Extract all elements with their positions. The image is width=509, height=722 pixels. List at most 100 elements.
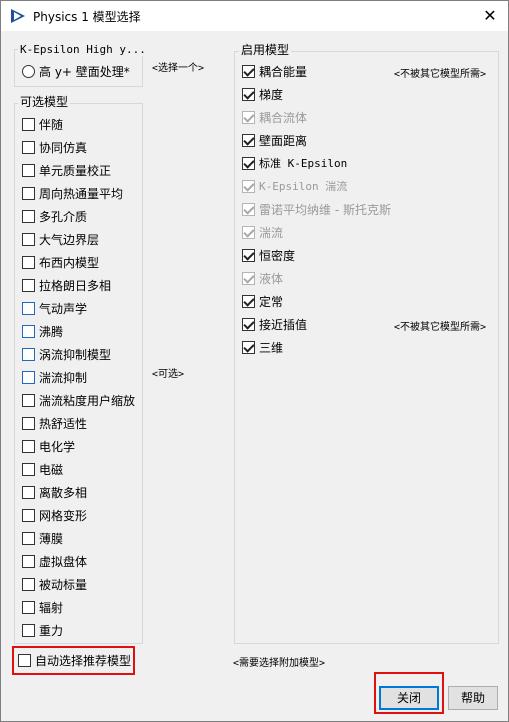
enabled-model-checkbox bbox=[242, 202, 255, 216]
optional-model-checkbox[interactable] bbox=[22, 324, 35, 338]
optional-model-row[interactable]: 周向热通量平均 bbox=[22, 183, 123, 203]
high-y-plus-radio-row[interactable]: 高 y+ 壁面处理* bbox=[22, 61, 130, 81]
enabled-model-checkbox[interactable] bbox=[242, 248, 255, 262]
not-required-note: <不被其它模型所需> bbox=[394, 69, 487, 80]
optional-model-checkbox[interactable] bbox=[22, 554, 35, 568]
optional-model-checkbox[interactable] bbox=[22, 393, 35, 407]
optional-model-label: 协同仿真 bbox=[39, 140, 88, 155]
enabled-model-row[interactable]: 耦合能量 bbox=[242, 61, 307, 81]
enabled-model-checkbox bbox=[242, 271, 255, 285]
enabled-model-label: 壁面距离 bbox=[259, 133, 308, 148]
optional-model-row[interactable]: 热舒适性 bbox=[22, 413, 87, 433]
optional-model-row[interactable]: 涡流抑制模型 bbox=[22, 344, 111, 364]
enabled-model-row[interactable]: 接近插值 bbox=[242, 314, 307, 334]
enabled-model-row[interactable]: 壁面距离 bbox=[242, 130, 307, 150]
optional-model-checkbox[interactable] bbox=[22, 462, 35, 476]
help-button[interactable]: 帮助 bbox=[448, 686, 498, 710]
enabled-model-checkbox[interactable] bbox=[242, 317, 255, 331]
enabled-model-row[interactable]: 三维 bbox=[242, 337, 283, 357]
auto-select-checkbox[interactable] bbox=[18, 653, 31, 667]
enabled-model-checkbox[interactable] bbox=[242, 87, 255, 101]
optional-model-label: 沸腾 bbox=[39, 324, 64, 339]
optional-model-checkbox[interactable] bbox=[22, 416, 35, 430]
optional-model-checkbox[interactable] bbox=[22, 508, 35, 522]
model-selection-dialog: Physics 1 模型选择 ✕ K-Epsilon High y... 高 y… bbox=[0, 0, 509, 722]
enabled-model-label: 梯度 bbox=[259, 87, 284, 102]
optional-model-checkbox[interactable] bbox=[22, 623, 35, 637]
auto-select-label: 自动选择推荐模型 bbox=[35, 653, 132, 668]
optional-model-row[interactable]: 拉格朗日多相 bbox=[22, 275, 111, 295]
optional-model-label: 周向热通量平均 bbox=[39, 186, 124, 201]
optional-model-row[interactable]: 布西内模型 bbox=[22, 252, 99, 272]
optional-model-row[interactable]: 被动标量 bbox=[22, 574, 87, 594]
optional-model-checkbox[interactable] bbox=[22, 577, 35, 591]
enabled-model-checkbox bbox=[242, 179, 255, 193]
enabled-model-label: K-Epsilon 湍流 bbox=[259, 180, 348, 193]
optional-model-row[interactable]: 湍流粘度用户缩放 bbox=[22, 390, 135, 410]
close-button[interactable]: 关闭 bbox=[379, 686, 439, 710]
optional-model-label: 多孔介质 bbox=[39, 209, 88, 224]
auto-select-checkbox-row[interactable]: 自动选择推荐模型 bbox=[18, 650, 131, 670]
enabled-model-row: 耦合流体 bbox=[242, 107, 307, 127]
optional-model-row[interactable]: 湍流抑制 bbox=[22, 367, 87, 387]
optional-model-row[interactable]: 气动声学 bbox=[22, 298, 87, 318]
title-bar: Physics 1 模型选择 ✕ bbox=[1, 1, 508, 31]
optional-model-label: 重力 bbox=[39, 623, 64, 638]
optional-model-row[interactable]: 离散多相 bbox=[22, 482, 87, 502]
need-more-models-note: <需要选择附加模型> bbox=[233, 658, 326, 669]
optional-model-checkbox[interactable] bbox=[22, 600, 35, 614]
enabled-model-row[interactable]: 标准 K-Epsilon bbox=[242, 153, 347, 173]
optional-models-group-title: 可选模型 bbox=[18, 95, 71, 109]
enabled-model-label: 耦合流体 bbox=[259, 110, 308, 125]
optional-model-checkbox[interactable] bbox=[22, 117, 35, 131]
enabled-model-label: 液体 bbox=[259, 271, 284, 286]
optional-model-row[interactable]: 网格变形 bbox=[22, 505, 87, 525]
enabled-model-checkbox[interactable] bbox=[242, 133, 255, 147]
optional-model-label: 伴随 bbox=[39, 117, 64, 132]
enabled-model-label: 湍流 bbox=[259, 225, 284, 240]
optional-model-checkbox[interactable] bbox=[22, 140, 35, 154]
optional-model-row[interactable]: 多孔介质 bbox=[22, 206, 87, 226]
optional-model-checkbox[interactable] bbox=[22, 278, 35, 292]
optional-model-checkbox[interactable] bbox=[22, 186, 35, 200]
optional-model-checkbox[interactable] bbox=[22, 301, 35, 315]
optional-model-row[interactable]: 单元质量校正 bbox=[22, 160, 111, 180]
optional-model-label: 湍流抑制 bbox=[39, 370, 88, 385]
enabled-model-row[interactable]: 梯度 bbox=[242, 84, 283, 104]
enabled-model-checkbox[interactable] bbox=[242, 156, 255, 170]
enabled-model-checkbox[interactable] bbox=[242, 294, 255, 308]
optional-model-checkbox[interactable] bbox=[22, 163, 35, 177]
enabled-model-checkbox[interactable] bbox=[242, 340, 255, 354]
window-title: Physics 1 模型选择 bbox=[33, 10, 141, 24]
optional-model-row[interactable]: 电化学 bbox=[22, 436, 75, 456]
optional-model-label: 电磁 bbox=[39, 462, 64, 477]
optional-model-checkbox[interactable] bbox=[22, 439, 35, 453]
optional-model-row[interactable]: 电磁 bbox=[22, 459, 63, 479]
optional-model-checkbox[interactable] bbox=[22, 209, 35, 223]
optional-model-row[interactable]: 伴随 bbox=[22, 114, 63, 134]
optional-model-row[interactable]: 沸腾 bbox=[22, 321, 63, 341]
optional-model-row[interactable]: 虚拟盘体 bbox=[22, 551, 87, 571]
optional-model-row[interactable]: 辐射 bbox=[22, 597, 63, 617]
close-icon[interactable]: ✕ bbox=[478, 4, 502, 28]
enabled-model-label: 三维 bbox=[259, 340, 284, 355]
optional-model-row[interactable]: 大气边界层 bbox=[22, 229, 99, 249]
optional-model-row[interactable]: 薄膜 bbox=[22, 528, 63, 548]
wall-treatment-group-title: K-Epsilon High y... bbox=[18, 43, 148, 56]
enabled-model-row[interactable]: 恒密度 bbox=[242, 245, 295, 265]
enabled-model-checkbox[interactable] bbox=[242, 64, 255, 78]
optional-model-checkbox[interactable] bbox=[22, 347, 35, 361]
optional-model-checkbox[interactable] bbox=[22, 531, 35, 545]
not-required-note: <不被其它模型所需> bbox=[394, 322, 487, 333]
optional-model-label: 湍流粘度用户缩放 bbox=[39, 393, 136, 408]
enabled-model-label: 定常 bbox=[259, 294, 284, 309]
optional-model-checkbox[interactable] bbox=[22, 255, 35, 269]
optional-model-checkbox[interactable] bbox=[22, 232, 35, 246]
optional-model-checkbox[interactable] bbox=[22, 485, 35, 499]
optional-model-checkbox[interactable] bbox=[22, 370, 35, 384]
high-y-plus-radio[interactable] bbox=[22, 64, 35, 78]
enabled-model-row[interactable]: 定常 bbox=[242, 291, 283, 311]
optional-model-row[interactable]: 重力 bbox=[22, 620, 63, 640]
optional-model-row[interactable]: 协同仿真 bbox=[22, 137, 87, 157]
enabled-model-checkbox bbox=[242, 110, 255, 124]
